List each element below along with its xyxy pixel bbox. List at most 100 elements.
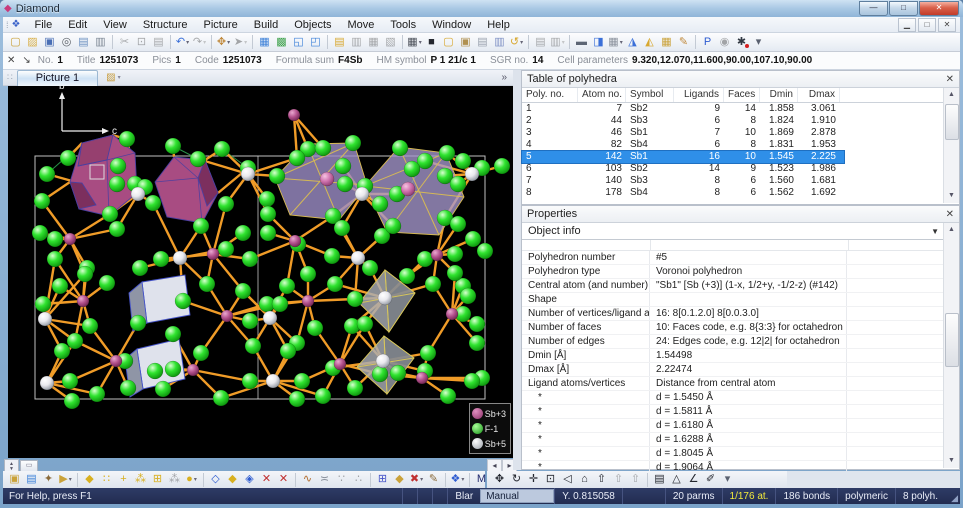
cell-filled-icon[interactable]: ◆ — [224, 472, 241, 488]
atom-fill-icon[interactable]: ◆ — [81, 472, 98, 488]
tables-toggle-icon[interactable]: ▦▾ — [607, 34, 624, 50]
properties-scroll-thumb[interactable] — [945, 313, 959, 367]
picture-copy-icon[interactable]: ▤ — [23, 472, 40, 488]
new-picture-icon[interactable]: ▢ — [440, 34, 457, 50]
table-row[interactable]: 346Sb17101.8692.878 — [522, 127, 844, 139]
atom-cluster-icon[interactable]: ∷ — [98, 472, 115, 488]
quick-build-icon[interactable]: ✎ — [675, 34, 692, 50]
column-header-faces[interactable]: Faces — [724, 88, 760, 102]
menu-objects[interactable]: Objects — [286, 18, 339, 32]
view-rotate-icon[interactable]: ◱ — [290, 34, 307, 50]
zoom-tool-icon[interactable]: ⊡ — [542, 472, 559, 488]
menu-help[interactable]: Help — [479, 18, 518, 32]
menu-move[interactable]: Move — [340, 18, 383, 32]
scroll-down-icon[interactable]: ▼ — [944, 189, 959, 203]
title-bar[interactable]: ◆ Diamond — □ ✕ — [0, 0, 963, 17]
table-row[interactable]: 8178Sb4861.5621.692 — [522, 187, 844, 199]
properties-panel-close-icon[interactable]: ✕ — [946, 209, 954, 220]
measure-torsion-icon[interactable]: ✐ — [702, 472, 719, 488]
paste-icon[interactable]: ▤ — [150, 34, 167, 50]
property-row[interactable]: Ligand atoms/verticesDistance from centr… — [522, 377, 959, 391]
tab-picture-1[interactable]: Picture 1 — [17, 70, 98, 86]
column-header-dmin[interactable]: Dmin — [760, 88, 798, 102]
contacts-2-icon[interactable]: ∴ — [350, 472, 367, 488]
properties-panel-header[interactable]: Properties ✕ — [522, 206, 959, 223]
column-header-ligands[interactable]: Ligands — [674, 88, 724, 102]
window-cascade-icon[interactable]: ▥ — [348, 34, 365, 50]
menu-build[interactable]: Build — [246, 18, 286, 32]
move-overflow-icon[interactable]: ▾ — [719, 472, 736, 488]
translate-tool-icon[interactable]: ✛ — [525, 472, 542, 488]
powder-p-icon[interactable]: P — [699, 34, 716, 50]
connect-atoms-icon[interactable]: ⁂ — [132, 472, 149, 488]
infobar-close-icon[interactable]: ✕ — [7, 55, 15, 66]
gold-polyhedron-icon[interactable]: ◆ — [391, 472, 408, 488]
property-row[interactable]: *d = 1.6288 Å — [522, 433, 959, 447]
create-bond-icon[interactable]: ∿ — [299, 472, 316, 488]
column-header-poly-no-[interactable]: Poly. no. — [522, 88, 578, 102]
table-view-icon[interactable]: ▦▾ — [406, 34, 423, 50]
print-preview-icon[interactable]: ▤ — [75, 34, 92, 50]
maximize-button[interactable]: □ — [889, 1, 918, 16]
cell-outline-icon[interactable]: ◇ — [207, 472, 224, 488]
mdi-restore-button[interactable]: □ — [918, 18, 936, 32]
table-row[interactable]: 7140Sb3861.5601.681 — [522, 175, 844, 187]
toolbar-overflow-icon[interactable]: ▾ — [750, 34, 767, 50]
status-mode-field[interactable]: Manual — [480, 489, 554, 503]
resize-grip-icon[interactable]: ◢ — [945, 488, 960, 504]
broken-bonds-1-icon[interactable]: ✕ — [258, 472, 275, 488]
distance-histogram-icon[interactable]: ◮ — [624, 34, 641, 50]
undo-icon[interactable]: ↶▾ — [174, 34, 191, 50]
table-row[interactable]: 17Sb29141.8583.061 — [522, 103, 844, 115]
object-info-dropdown[interactable]: Object info ▼ — [522, 223, 959, 240]
close-button[interactable]: ✕ — [919, 1, 959, 16]
table-scrollbar[interactable]: ▲ ▼ — [943, 88, 959, 203]
history-icon[interactable]: ↺▾ — [508, 34, 525, 50]
measure-triangle-icon[interactable]: △ — [668, 472, 685, 488]
menu-edit[interactable]: Edit — [60, 18, 95, 32]
property-row[interactable]: Polyhedron typeVoronoi polyhedron — [522, 265, 959, 279]
fullscreen-icon[interactable]: ■ — [423, 34, 440, 50]
property-row[interactable]: Dmax [Å]2.22474 — [522, 363, 959, 377]
camera-icon[interactable]: ◉ — [716, 34, 733, 50]
polyhedra-build-icon[interactable]: ⊞ — [374, 472, 391, 488]
view-direction-icon[interactable]: ◁ — [559, 472, 576, 488]
destroy-icon[interactable]: ✖▾ — [408, 472, 425, 488]
property-row[interactable]: Number of edges24: Edges code, e.g. 12|2… — [522, 335, 959, 349]
packing-range-icon[interactable]: ◈ — [241, 472, 258, 488]
shift-1-icon[interactable]: ⇧ — [610, 472, 627, 488]
column-header-symbol[interactable]: Symbol — [626, 88, 674, 102]
property-row[interactable]: Number of faces10: Faces code, e.g. 8{3:… — [522, 321, 959, 335]
pane-splitter[interactable] — [513, 70, 521, 470]
shift-2-icon[interactable]: ⇧ — [627, 472, 644, 488]
fill-lattice-icon[interactable]: ⊞ — [149, 472, 166, 488]
powder-chart-icon[interactable]: ◭ — [641, 34, 658, 50]
property-row[interactable]: *d = 1.6180 Å — [522, 419, 959, 433]
menu-window[interactable]: Window — [424, 18, 479, 32]
save-icon[interactable]: ▣ — [41, 34, 58, 50]
menu-tools[interactable]: Tools — [382, 18, 424, 32]
mdi-minimize-button[interactable]: ▁ — [898, 18, 916, 32]
export-image-icon[interactable]: ▤ — [532, 34, 549, 50]
property-row[interactable]: Polyhedron number#5 — [522, 251, 959, 265]
menu-picture[interactable]: Picture — [195, 18, 245, 32]
menubar-grip[interactable]: ⁞ — [3, 20, 12, 30]
table-row[interactable]: 5142Sb116101.5452.225 — [522, 151, 844, 163]
menu-structure[interactable]: Structure — [135, 18, 196, 32]
grow-cluster-icon[interactable]: ⁂ — [166, 472, 183, 488]
layers-icon[interactable]: ▤ — [474, 34, 491, 50]
window-split-icon[interactable]: ▧ — [382, 34, 399, 50]
column-header-atom-no-[interactable]: Atom no. — [578, 88, 626, 102]
tabbar-grip[interactable]: ∷ — [3, 72, 17, 83]
measure-distance-icon[interactable]: ▤ — [651, 472, 668, 488]
panel-toggle-icon[interactable]: ▬ — [573, 34, 590, 50]
redo-icon[interactable]: ↷▾ — [191, 34, 208, 50]
move-tool-icon[interactable]: ✥ — [491, 472, 508, 488]
property-row[interactable]: *d = 1.5450 Å — [522, 391, 959, 405]
atom-add-icon[interactable]: + — [115, 472, 132, 488]
view-blank-icon[interactable]: ◰ — [307, 34, 324, 50]
scroll-up-icon[interactable]: ▲ — [944, 88, 959, 102]
scroll-up-icon[interactable]: ▲ — [944, 223, 959, 237]
window-tile-icon[interactable]: ▦ — [365, 34, 382, 50]
property-row[interactable]: Number of vertices/ligand atoms16: 8[0.1… — [522, 307, 959, 321]
